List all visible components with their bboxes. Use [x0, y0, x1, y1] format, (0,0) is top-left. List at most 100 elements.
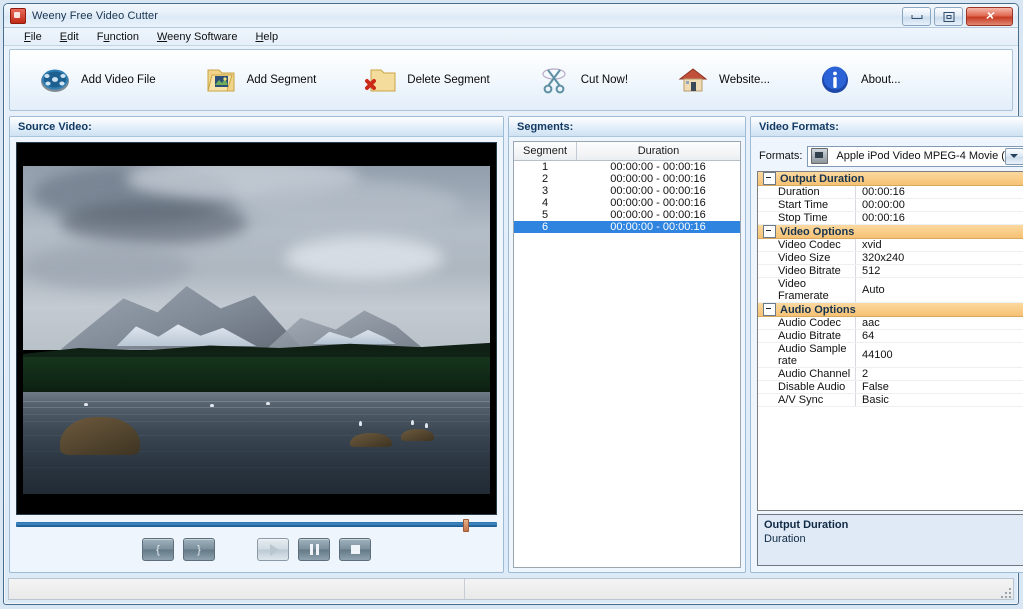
property-category-audio-options[interactable]: Audio Options	[758, 303, 1023, 317]
collapse-icon[interactable]	[763, 303, 776, 316]
resize-grip[interactable]	[999, 586, 1011, 598]
property-row[interactable]: Start Time 00:00:00	[758, 199, 1023, 212]
property-row[interactable]: Audio Codec aac	[758, 317, 1023, 330]
scissors-icon	[538, 64, 572, 96]
property-grid-content: Output Duration Duration 00:00:16 Start Tim…	[758, 172, 1023, 407]
column-header-segment[interactable]: Segment	[514, 142, 577, 160]
column-header-duration[interactable]: Duration	[577, 142, 740, 160]
property-row[interactable]: Audio Channel 2	[758, 368, 1023, 381]
property-row[interactable]: Audio Bitrate 64	[758, 330, 1023, 343]
property-category-video-options[interactable]: Video Options	[758, 225, 1023, 239]
property-row[interactable]: Duration 00:00:16	[758, 186, 1023, 199]
property-row[interactable]: Disable Audio False	[758, 381, 1023, 394]
property-category-label: Output Duration	[780, 172, 865, 185]
segment-row-6[interactable]: 6 00:00:00 - 00:00:16	[514, 221, 740, 233]
property-value[interactable]: Auto	[856, 278, 1023, 302]
play-button[interactable]	[257, 538, 289, 561]
chevron-down-icon[interactable]	[1004, 147, 1023, 165]
property-value[interactable]: 320x240	[856, 252, 1023, 264]
menu-item-weeny-software[interactable]: Weeny Software	[149, 30, 246, 44]
menu-item-help[interactable]: Help	[247, 30, 286, 44]
delete-segment-label: Delete Segment	[407, 74, 490, 86]
property-value[interactable]: 64	[856, 330, 1023, 342]
segments-table[interactable]: Segment Duration 1 00:00:00 - 00:00:16 2 00…	[513, 141, 741, 568]
property-value[interactable]: Basic	[856, 394, 1023, 406]
format-selected-value: Apple iPod Video MPEG-4 Movie (	[836, 150, 1005, 162]
stop-icon	[350, 545, 360, 554]
segment-row-1[interactable]: 1 00:00:00 - 00:00:16	[514, 161, 740, 173]
property-row[interactable]: Video Size 320x240	[758, 252, 1023, 265]
close-button[interactable]: ✕	[966, 7, 1013, 26]
delete-segment-button[interactable]: Delete Segment	[354, 57, 499, 103]
about-button[interactable]: About...	[808, 57, 911, 103]
minimize-button[interactable]	[902, 7, 931, 26]
seek-track[interactable]	[16, 522, 497, 527]
property-value[interactable]: 00:00:16	[856, 186, 1023, 198]
play-icon	[269, 543, 279, 556]
stop-button[interactable]	[339, 538, 371, 561]
seek-bar[interactable]	[16, 519, 497, 532]
video-formats-body: Formats: Apple iPod Video MPEG-4 Movie (…	[751, 137, 1023, 572]
pause-button[interactable]	[298, 538, 330, 561]
video-frame-image	[23, 152, 490, 505]
toolbar: Add Video File Add Segment Delete Segmen…	[9, 49, 1013, 111]
menu-item-edit[interactable]: Edit	[52, 30, 87, 44]
cut-now-button[interactable]: Cut Now!	[528, 57, 638, 103]
property-name: Video Size	[758, 252, 856, 264]
website-button[interactable]: Website...	[666, 57, 780, 103]
app-icon	[10, 7, 26, 24]
segments-panel: Segments: Segment Duration 1 00:00:00 - 0…	[508, 116, 746, 573]
panels-row: Source Video: {} Segments: Segment Dura…	[4, 111, 1023, 578]
collapse-icon[interactable]	[763, 172, 776, 185]
collapse-icon[interactable]	[763, 225, 776, 238]
window-title: Weeny Free Video Cutter	[32, 9, 159, 22]
menu-item-file[interactable]: File	[16, 30, 50, 44]
property-value[interactable]: 00:00:16	[856, 212, 1023, 224]
property-row[interactable]: Audio Sample rate 44100	[758, 343, 1023, 368]
segment-index-cell: 2	[541, 173, 549, 185]
property-value[interactable]: 2	[856, 368, 1023, 380]
format-select[interactable]: Apple iPod Video MPEG-4 Movie (	[807, 145, 1023, 167]
property-row[interactable]: Video Framerate Auto	[758, 278, 1023, 303]
segment-row-4[interactable]: 4 00:00:00 - 00:00:16	[514, 197, 740, 209]
video-preview[interactable]	[16, 142, 497, 515]
folder-image-icon	[204, 64, 238, 96]
property-value[interactable]: False	[856, 381, 1023, 393]
segment-row-2[interactable]: 2 00:00:00 - 00:00:16	[514, 173, 740, 185]
property-name: Disable Audio	[758, 381, 856, 393]
window-buttons: ✕	[902, 7, 1013, 26]
property-value[interactable]: 512	[856, 265, 1023, 277]
property-name: A/V Sync	[758, 394, 856, 406]
property-row[interactable]: Video Codec xvid	[758, 239, 1023, 252]
segment-row-3[interactable]: 3 00:00:00 - 00:00:16	[514, 185, 740, 197]
segment-duration-cell: 00:00:00 - 00:00:16	[610, 173, 706, 185]
add-segment-button[interactable]: Add Segment	[194, 57, 327, 103]
property-category-output-duration[interactable]: Output Duration	[758, 172, 1023, 186]
formats-selector-row: Formats: Apple iPod Video MPEG-4 Movie (	[755, 141, 1023, 169]
playback-controls: { }	[14, 531, 499, 568]
formats-label: Formats:	[759, 150, 803, 162]
info-icon	[818, 64, 852, 96]
segment-row-5[interactable]: 5 00:00:00 - 00:00:16	[514, 209, 740, 221]
maximize-button[interactable]	[934, 7, 963, 26]
add-segment-label: Add Segment	[246, 74, 317, 86]
property-grid[interactable]: Output Duration Duration 00:00:16 Start Tim…	[757, 171, 1023, 511]
segment-duration-cell: 00:00:00 - 00:00:16	[610, 185, 706, 197]
mark-in-button[interactable]: {	[142, 538, 174, 561]
property-value[interactable]: 44100	[856, 343, 1023, 367]
segment-duration-cell: 00:00:00 - 00:00:16	[610, 197, 706, 209]
property-description-body: Duration	[764, 533, 806, 545]
add-video-file-button[interactable]: Add Video File	[28, 57, 166, 103]
property-row[interactable]: A/V Sync Basic	[758, 394, 1023, 407]
property-value[interactable]: 00:00:00	[856, 199, 1023, 211]
menu-label-file: ile	[30, 30, 42, 43]
property-value[interactable]: xvid	[856, 239, 1023, 251]
property-row[interactable]: Stop Time 00:00:16	[758, 212, 1023, 225]
menu-item-function[interactable]: Function	[89, 30, 147, 44]
segments-title: Segments:	[509, 117, 745, 137]
source-video-title: Source Video:	[10, 117, 503, 137]
mark-out-button[interactable]: }	[183, 538, 215, 561]
property-value[interactable]: aac	[856, 317, 1023, 329]
seek-thumb[interactable]	[463, 519, 470, 532]
property-row[interactable]: Video Bitrate 512	[758, 265, 1023, 278]
